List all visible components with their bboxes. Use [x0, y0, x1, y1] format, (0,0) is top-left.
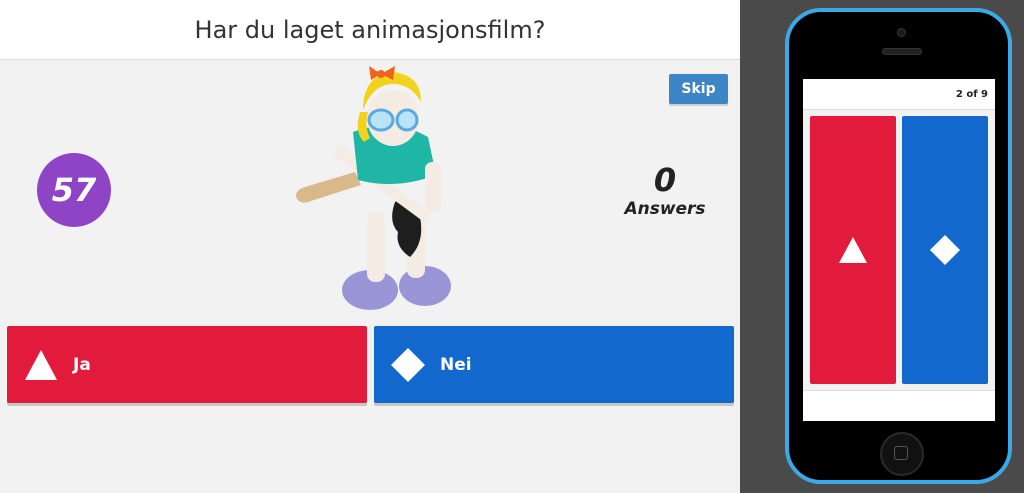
answer-label: Nei: [440, 354, 472, 375]
triangle-icon: [839, 237, 867, 263]
phone-home-button[interactable]: [880, 432, 924, 476]
phone-screen: 2 of 9: [803, 79, 995, 421]
phone-answer-diamond[interactable]: [902, 116, 988, 384]
question-image: [285, 62, 465, 320]
question-progress: 2 of 9: [955, 89, 988, 100]
question-bar: Har du laget animasjonsfilm?: [0, 0, 740, 60]
answer-label: Ja: [73, 354, 91, 375]
phone-mockup: 2 of 9: [785, 8, 1012, 484]
answers-counter: 0 Answers: [620, 162, 710, 220]
answer-option-nei[interactable]: Nei: [374, 326, 734, 403]
host-screen: Har du laget animasjonsfilm? Skip 57 0 A…: [0, 0, 740, 493]
phone-speaker: [882, 48, 922, 55]
answers-count-value: 0: [653, 161, 677, 199]
skip-button[interactable]: Skip: [669, 74, 728, 104]
answer-option-ja[interactable]: Ja: [7, 326, 367, 403]
diamond-icon: [390, 347, 426, 383]
home-square-icon: [894, 446, 908, 460]
triangle-icon: [23, 347, 59, 383]
phone-camera: [897, 28, 906, 37]
answers-count-label: Answers: [624, 199, 706, 219]
phone-top-bar: 2 of 9: [803, 79, 995, 110]
phone-answer-triangle[interactable]: [810, 116, 896, 384]
diamond-icon: [930, 235, 960, 265]
question-title: Har du laget animasjonsfilm?: [194, 15, 546, 44]
countdown-timer: 57: [37, 153, 111, 227]
phone-bottom-bar: [803, 390, 995, 421]
